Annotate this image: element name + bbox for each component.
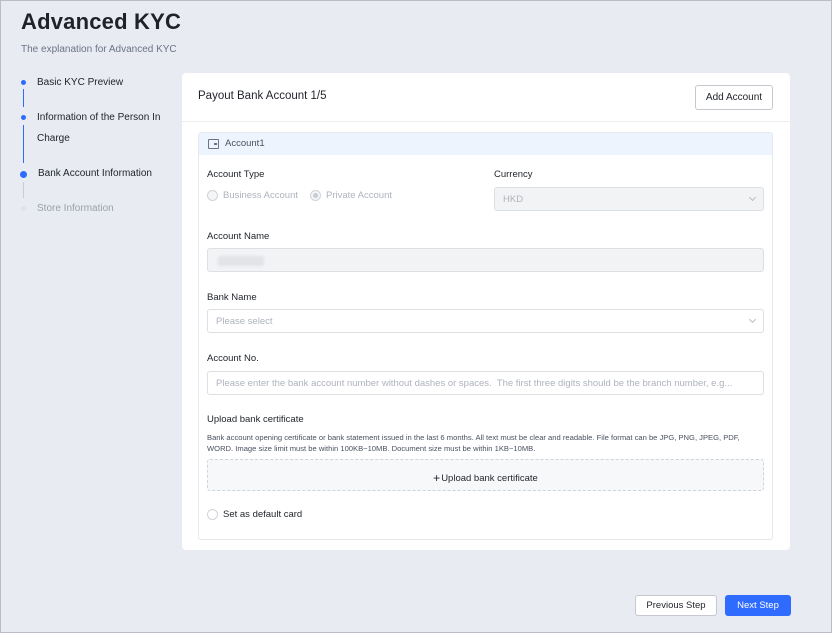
default-card-radio[interactable] — [207, 509, 218, 520]
step-label: Basic KYC Preview — [37, 77, 124, 88]
step-connector — [23, 125, 24, 163]
radio-label: Business Account — [223, 189, 298, 201]
upload-button-label: Upload bank certificate — [441, 473, 538, 484]
step-label: Store Information — [37, 203, 114, 214]
account-type-label: Account Type — [207, 169, 265, 180]
default-card-label: Set as default card — [223, 509, 303, 520]
step-label: Information of the Person In Charge — [37, 112, 161, 144]
bank-name-label: Bank Name — [207, 292, 257, 303]
step-dot — [21, 115, 26, 120]
account-no-input[interactable] — [207, 371, 764, 395]
step-label: Bank Account Information — [38, 168, 152, 179]
previous-step-button[interactable]: Previous Step — [635, 595, 717, 616]
radio-label: Private Account — [326, 189, 393, 201]
step-dot — [21, 80, 26, 85]
chevron-down-icon — [748, 315, 757, 324]
account-type-radio-group: Business Account Private Account — [207, 188, 404, 202]
chevron-down-icon — [748, 193, 757, 202]
radio-business-account[interactable] — [207, 189, 218, 201]
page-title: Advanced KYC — [21, 9, 182, 34]
step-dot — [21, 206, 26, 211]
default-card-option[interactable]: Set as default card — [207, 509, 302, 520]
add-account-button[interactable]: Add Account — [695, 85, 773, 110]
upload-label: Upload bank certificate — [207, 414, 304, 425]
card-header: Payout Bank Account 1/5 Add Account — [182, 73, 790, 122]
wallet-icon — [208, 139, 219, 149]
account-panel-header: Account1 — [199, 133, 772, 155]
plus-icon: + — [433, 471, 441, 485]
step-dot-current — [20, 171, 27, 178]
account-name-title: Account1 — [225, 138, 265, 149]
account-panel: Account1 Account Type Business Account P… — [198, 132, 773, 540]
step-connector — [23, 182, 24, 198]
card-title: Payout Bank Account 1/5 — [198, 90, 327, 102]
account-no-label: Account No. — [207, 353, 259, 364]
bank-name-select[interactable]: Please select — [207, 309, 764, 333]
masked-account-name — [218, 256, 264, 266]
step-connector — [23, 89, 24, 107]
account-name-input[interactable] — [207, 248, 764, 272]
bank-name-placeholder: Please select — [216, 316, 273, 327]
radio-private-account[interactable] — [310, 189, 321, 201]
upload-description: Bank account opening certificate or bank… — [207, 433, 740, 453]
account-name-label: Account Name — [207, 231, 270, 242]
upload-bank-certificate-button[interactable]: +Upload bank certificate — [207, 459, 764, 491]
currency-value: HKD — [503, 194, 524, 205]
currency-select[interactable]: HKD — [494, 187, 764, 211]
next-step-button[interactable]: Next Step — [725, 595, 791, 616]
page-subtitle: The explanation for Advanced KYC — [21, 44, 177, 55]
payout-bank-account-card: Payout Bank Account 1/5 Add Account Acco… — [182, 73, 790, 550]
currency-label: Currency — [494, 169, 533, 180]
